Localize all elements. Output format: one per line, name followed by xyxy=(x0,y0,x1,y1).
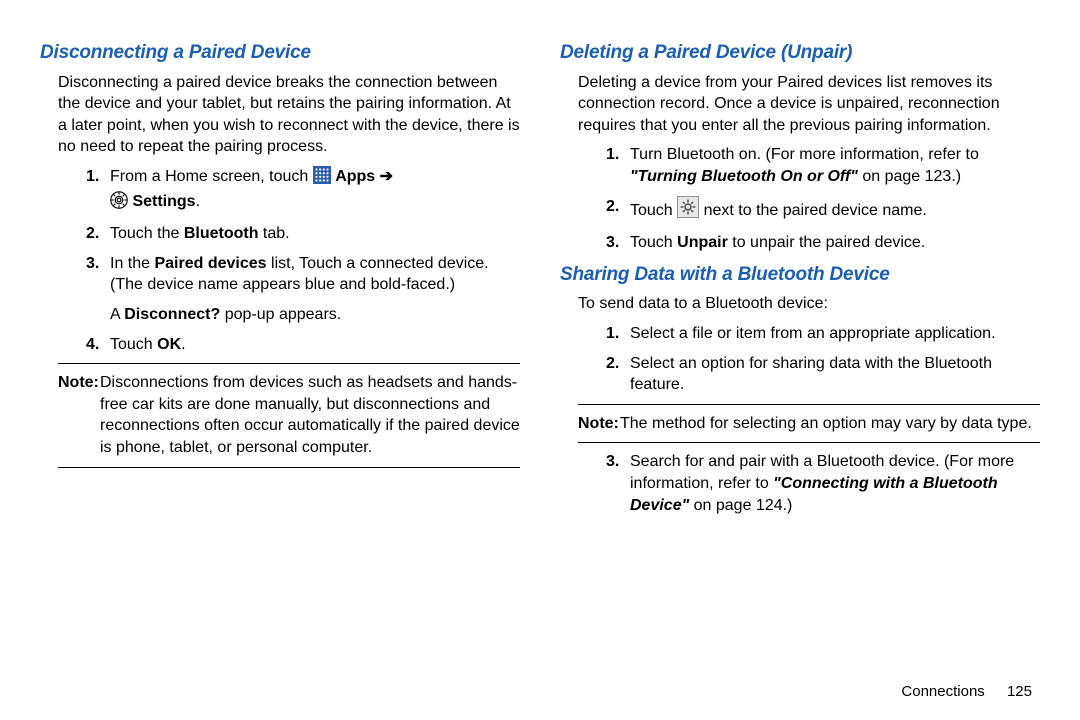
step-1: From a Home screen, touch Apps ➔ Setting… xyxy=(110,166,520,215)
intro-disconnecting: Disconnecting a paired device breaks the… xyxy=(58,72,520,158)
step-4: Touch OK. xyxy=(110,334,520,356)
intro-sharing: To send data to a Bluetooth device: xyxy=(578,293,1040,315)
heading-disconnecting: Disconnecting a Paired Device xyxy=(40,40,520,66)
heading-sharing: Sharing Data with a Bluetooth Device xyxy=(560,262,1040,288)
steps-sharing-b: Search for and pair with a Bluetooth dev… xyxy=(560,451,1040,516)
steps-sharing-a: Select a file or item from an appropriat… xyxy=(560,323,1040,396)
step-2: Touch next to the paired device name. xyxy=(630,196,1040,225)
document-page: Disconnecting a Paired Device Disconnect… xyxy=(0,0,1080,720)
step-2: Select an option for sharing data with t… xyxy=(630,353,1040,396)
step-3: Touch Unpair to unpair the paired device… xyxy=(630,232,1040,254)
heading-deleting: Deleting a Paired Device (Unpair) xyxy=(560,40,1040,66)
left-column: Disconnecting a Paired Device Disconnect… xyxy=(40,40,520,700)
step-1: Turn Bluetooth on. (For more information… xyxy=(630,144,1040,187)
steps-deleting: Turn Bluetooth on. (For more information… xyxy=(560,144,1040,253)
divider xyxy=(578,404,1040,405)
step-3: In the Paired devices list, Touch a conn… xyxy=(110,253,520,326)
intro-deleting: Deleting a device from your Paired devic… xyxy=(578,72,1040,137)
footer-page-number: 125 xyxy=(1007,683,1032,700)
step-1: Select a file or item from an appropriat… xyxy=(630,323,1040,345)
settings-square-icon xyxy=(677,196,699,225)
step-3: Search for and pair with a Bluetooth dev… xyxy=(630,451,1040,516)
divider xyxy=(58,363,520,364)
settings-gear-icon xyxy=(110,191,128,216)
apps-grid-icon xyxy=(313,166,331,191)
arrow-icon: ➔ xyxy=(380,168,393,185)
note-disconnecting: Note: Disconnections from devices such a… xyxy=(58,372,520,458)
right-column: Deleting a Paired Device (Unpair) Deleti… xyxy=(560,40,1040,700)
steps-disconnecting: From a Home screen, touch Apps ➔ Setting… xyxy=(40,166,520,355)
step-2: Touch the Bluetooth tab. xyxy=(110,223,520,245)
divider xyxy=(578,442,1040,443)
note-sharing: Note: The method for selecting an option… xyxy=(578,413,1040,435)
footer-section: Connections xyxy=(901,683,984,700)
divider xyxy=(58,467,520,468)
page-footer: Connections 125 xyxy=(901,682,1032,702)
